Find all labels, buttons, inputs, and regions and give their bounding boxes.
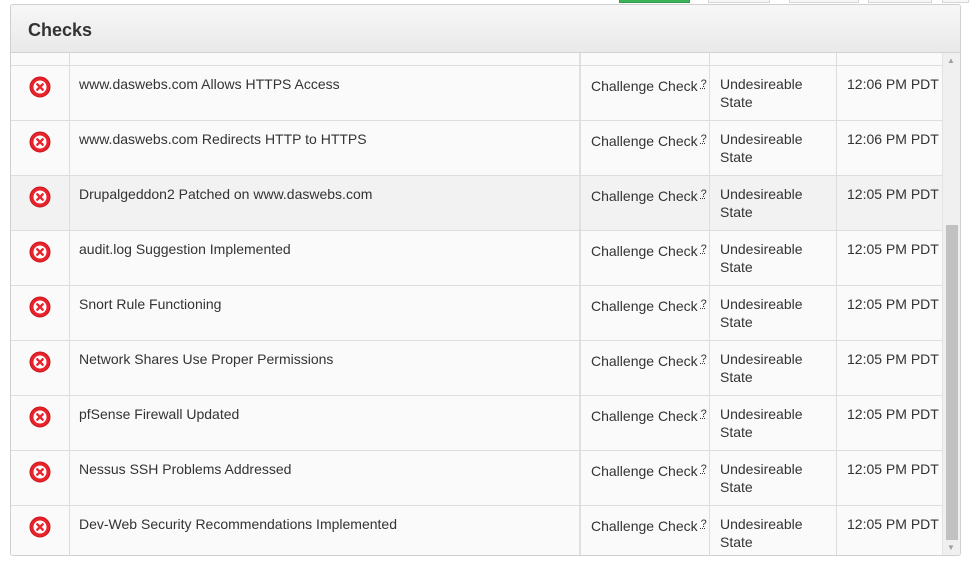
table-row[interactable]: audit.log Suggestion Implemented Challeng…	[11, 231, 942, 286]
scrollbar-thumb[interactable]	[946, 225, 958, 540]
check-type-label: Challenge Check	[591, 188, 698, 204]
help-tooltip-icon[interactable]: ?	[701, 353, 707, 365]
check-state: Undesireable State	[710, 506, 837, 555]
status-cell	[11, 286, 70, 340]
error-x-circle-icon	[29, 131, 51, 153]
help-tooltip-icon[interactable]: ?	[701, 518, 707, 530]
check-state: Undesireable State	[710, 176, 837, 230]
table-row[interactable]: www.daswebs.com Allows HTTPS Access Chall…	[11, 66, 942, 121]
check-name: www.daswebs.com Allows HTTPS Access	[79, 76, 340, 92]
check-time: 12:05 PM PDT	[847, 406, 939, 422]
check-state: Undesireable State	[710, 286, 837, 340]
check-type: Challenge Check?	[579, 121, 710, 175]
toolbar-button[interactable]	[868, 0, 932, 3]
check-type-label: Challenge Check	[591, 408, 698, 424]
check-time: 12:05 PM PDT	[847, 461, 939, 477]
error-x-circle-icon	[29, 186, 51, 208]
help-tooltip-icon[interactable]: ?	[701, 243, 707, 255]
status-cell	[11, 231, 70, 285]
vertical-scrollbar[interactable]: ▲ ▼	[942, 53, 960, 555]
help-tooltip-icon[interactable]: ?	[701, 188, 707, 200]
check-time: 12:06 PM PDT	[847, 131, 939, 147]
status-cell	[11, 451, 70, 505]
check-name: audit.log Suggestion Implemented	[79, 241, 291, 257]
status-cell	[11, 506, 70, 555]
checks-table: www.daswebs.com Allows HTTPS Access Chall…	[11, 53, 942, 555]
status-cell	[11, 66, 70, 120]
check-type: Challenge Check?	[579, 286, 710, 340]
help-tooltip-icon[interactable]: ?	[701, 78, 707, 90]
scroll-up-arrow-icon[interactable]: ▲	[947, 56, 955, 65]
check-name: Nessus SSH Problems Addressed	[79, 461, 292, 477]
check-name: www.daswebs.com Redirects HTTP to HTTPS	[79, 131, 367, 147]
table-row[interactable]: Snort Rule Functioning Challenge Check? Un…	[11, 286, 942, 341]
check-type: Challenge Check?	[579, 231, 710, 285]
check-name: Drupalgeddon2 Patched on www.daswebs.com	[79, 186, 373, 202]
check-state: Undesireable State	[710, 231, 837, 285]
table-row[interactable]: pfSense Firewall Updated Challenge Check?…	[11, 396, 942, 451]
status-cell	[11, 121, 70, 175]
scroll-down-arrow-icon[interactable]: ▼	[947, 543, 955, 552]
error-x-circle-icon	[29, 461, 51, 483]
table-row[interactable]: www.daswebs.com Redirects HTTP to HTTPS C…	[11, 121, 942, 176]
check-time: 12:06 PM PDT	[847, 76, 939, 92]
check-state: Undesireable State	[710, 451, 837, 505]
check-type-label: Challenge Check	[591, 243, 698, 259]
check-time: 12:05 PM PDT	[847, 241, 939, 257]
toolbar-button[interactable]	[942, 0, 969, 3]
error-x-circle-icon	[29, 241, 51, 263]
error-x-circle-icon	[29, 406, 51, 428]
toolbar-button[interactable]	[708, 0, 770, 3]
check-time: 12:05 PM PDT	[847, 296, 939, 312]
check-state: Undesireable State	[710, 341, 837, 395]
help-tooltip-icon[interactable]: ?	[701, 408, 707, 420]
check-name: Network Shares Use Proper Permissions	[79, 351, 334, 367]
help-tooltip-icon[interactable]: ?	[701, 463, 707, 475]
check-state: Undesireable State	[710, 121, 837, 175]
check-type: Challenge Check?	[579, 176, 710, 230]
check-state: Undesireable State	[710, 66, 837, 120]
toolbar-button[interactable]	[789, 0, 859, 3]
check-name: Dev-Web Security Recommendations Impleme…	[79, 516, 397, 532]
check-state: Undesireable State	[710, 396, 837, 450]
check-type-label: Challenge Check	[591, 463, 698, 479]
check-type-label: Challenge Check	[591, 298, 698, 314]
table-row[interactable]: Dev-Web Security Recommendations Impleme…	[11, 506, 942, 555]
check-time: 12:05 PM PDT	[847, 516, 939, 532]
table-row[interactable]: Nessus SSH Problems Addressed Challenge C…	[11, 451, 942, 506]
check-type-label: Challenge Check	[591, 78, 698, 94]
check-type: Challenge Check?	[579, 451, 710, 505]
help-tooltip-icon[interactable]: ?	[701, 298, 707, 310]
table-row	[11, 53, 942, 66]
panel-header: Checks	[11, 5, 960, 53]
check-type-label: Challenge Check	[591, 353, 698, 369]
error-x-circle-icon	[29, 351, 51, 373]
toolbar-green-button[interactable]	[619, 0, 690, 3]
status-cell	[11, 396, 70, 450]
help-tooltip-icon[interactable]: ?	[701, 133, 707, 145]
table-row[interactable]: Network Shares Use Proper Permissions Cha…	[11, 341, 942, 396]
check-type: Challenge Check?	[579, 66, 710, 120]
status-cell	[11, 176, 70, 230]
table-row[interactable]: Drupalgeddon2 Patched on www.daswebs.com…	[11, 176, 942, 231]
check-name: pfSense Firewall Updated	[79, 406, 240, 422]
checks-panel: Checks www.daswebs.com Allows HTTPS Acce…	[10, 4, 961, 556]
check-type-label: Challenge Check	[591, 133, 698, 149]
error-x-circle-icon	[29, 516, 51, 538]
panel-title: Checks	[28, 20, 93, 40]
error-x-circle-icon	[29, 76, 51, 98]
status-cell	[11, 341, 70, 395]
error-x-circle-icon	[29, 296, 51, 318]
check-type-label: Challenge Check	[591, 518, 698, 534]
check-time: 12:05 PM PDT	[847, 186, 939, 202]
check-time: 12:05 PM PDT	[847, 351, 939, 367]
check-type: Challenge Check?	[579, 341, 710, 395]
check-type: Challenge Check?	[579, 396, 710, 450]
check-name: Snort Rule Functioning	[79, 296, 222, 312]
check-type: Challenge Check?	[579, 506, 710, 555]
